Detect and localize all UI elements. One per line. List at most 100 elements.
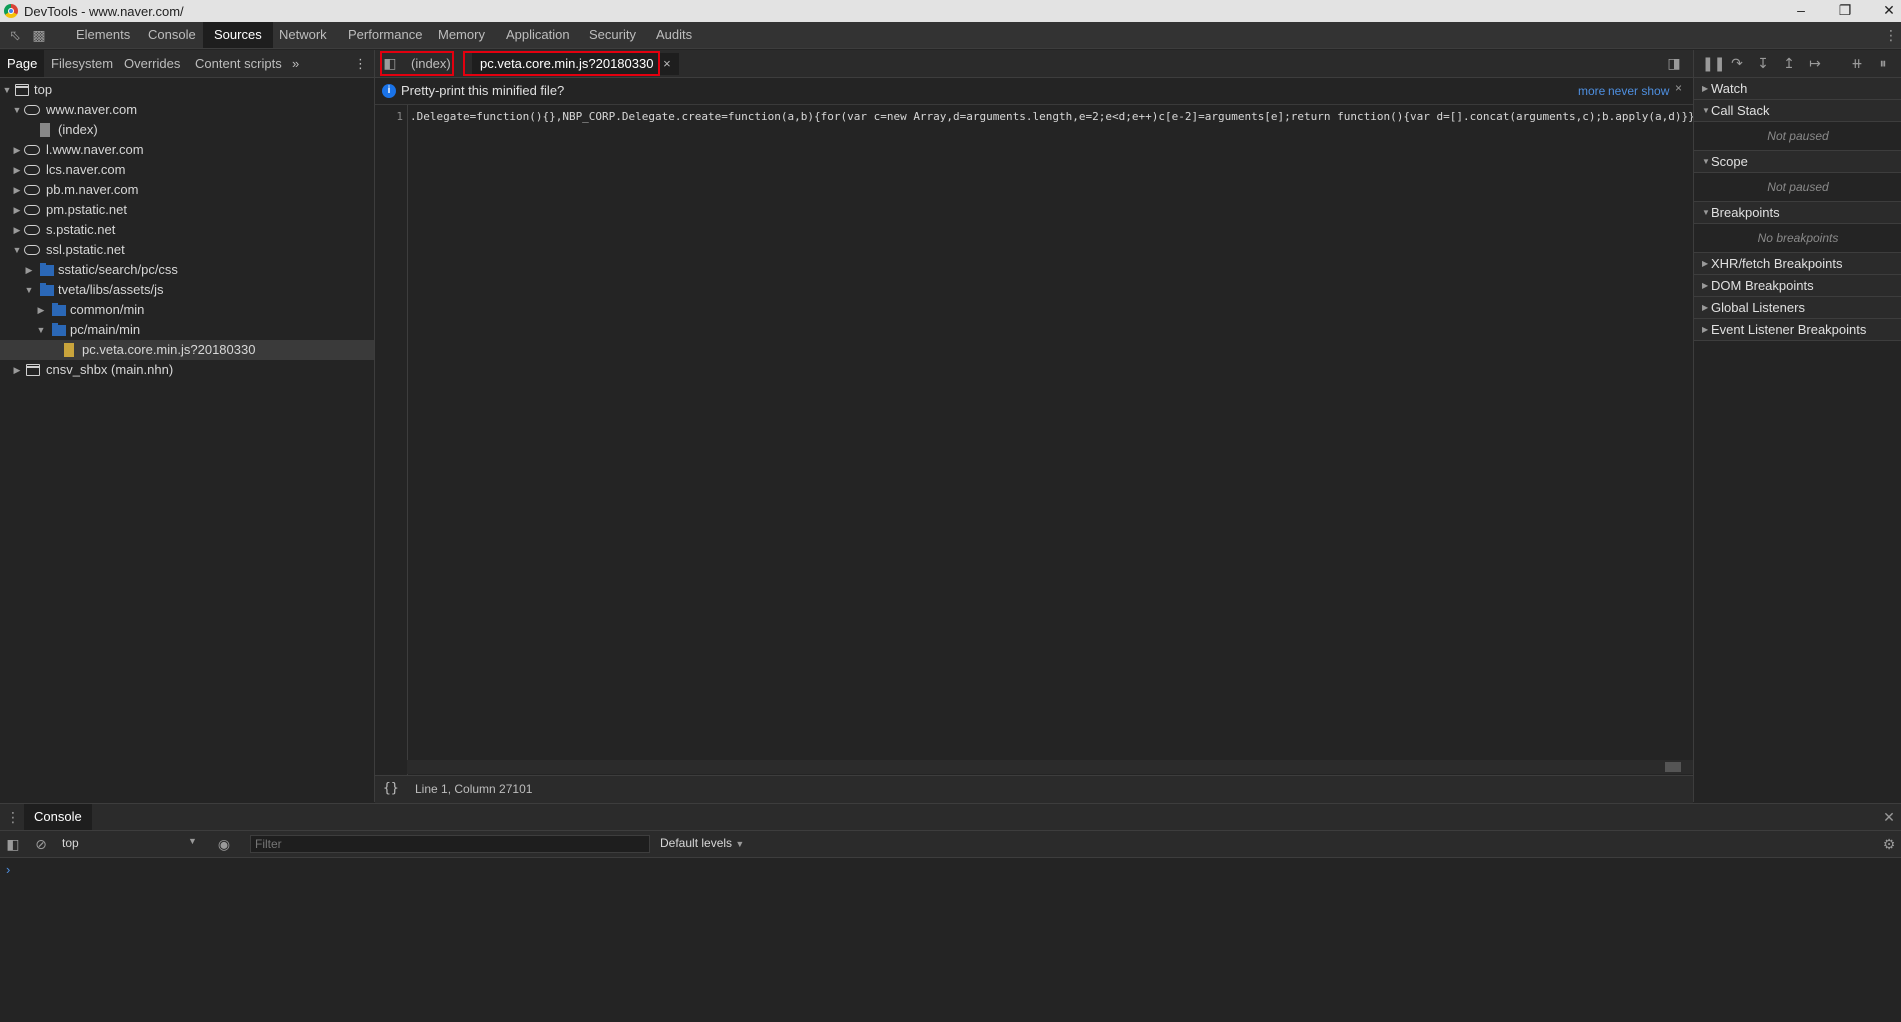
- close-drawer-icon[interactable]: ✕: [1880, 808, 1898, 826]
- tree-item-common-min[interactable]: ▶ common/min: [0, 300, 374, 320]
- tree-item-tveta-libs-assets-js[interactable]: ▼ tveta/libs/assets/js: [0, 280, 374, 300]
- devtools-menu-icon[interactable]: ⋮: [1882, 26, 1900, 44]
- tree-item-sstatic-search-pc-css[interactable]: ▶ sstatic/search/pc/css: [0, 260, 374, 280]
- collapsed-arrow-icon[interactable]: ▶: [24, 260, 34, 280]
- tree-item-s-pstatic-net[interactable]: ▶ s.pstatic.net: [0, 220, 374, 240]
- clear-console-icon[interactable]: ⊘: [32, 835, 50, 853]
- nav-tab-page[interactable]: Page: [0, 50, 45, 77]
- filter-input[interactable]: [250, 835, 650, 853]
- collapsed-arrow-icon[interactable]: ▶: [36, 300, 46, 320]
- pane-status: Not paused: [1694, 122, 1901, 151]
- tree-item-pb-m-naver-com[interactable]: ▶ pb.m.naver.com: [0, 180, 374, 200]
- pane-dom-breakpoints[interactable]: ▶ DOM Breakpoints: [1694, 275, 1901, 297]
- collapsed-arrow-icon[interactable]: ▶: [12, 220, 22, 240]
- never-show-link[interactable]: never show: [1608, 84, 1669, 98]
- context-value: top: [62, 836, 79, 850]
- console-prompt[interactable]: ›: [6, 862, 10, 877]
- step-into-icon[interactable]: ↧: [1754, 54, 1772, 72]
- scrollbar-thumb[interactable]: [1665, 762, 1681, 772]
- tree-item-l-www-naver-com[interactable]: ▶ l.www.naver.com: [0, 140, 374, 160]
- tab-network[interactable]: Network: [268, 22, 338, 48]
- restore-icon[interactable]: ❐: [1830, 0, 1860, 22]
- expanded-arrow-icon: ▼: [1702, 208, 1710, 217]
- tree-item-pm-pstatic-net[interactable]: ▶ pm.pstatic.net: [0, 200, 374, 220]
- line-number[interactable]: 1: [396, 110, 403, 123]
- tree-item-pc-main-min[interactable]: ▼ pc/main/min: [0, 320, 374, 340]
- tree-item-label: pc.veta.core.min.js?20180330: [82, 342, 256, 357]
- collapsed-arrow-icon[interactable]: ▶: [12, 200, 22, 220]
- tree-item-www-naver-com[interactable]: ▼ www.naver.com: [0, 100, 374, 120]
- tab-security[interactable]: Security: [578, 22, 647, 48]
- expanded-arrow-icon[interactable]: ▼: [24, 280, 34, 300]
- pretty-print-button[interactable]: {}: [383, 781, 399, 796]
- tab-memory[interactable]: Memory: [427, 22, 496, 48]
- log-levels-dropdown[interactable]: Default levels ▼: [660, 836, 744, 850]
- pane-global-listeners[interactable]: ▶ Global Listeners: [1694, 297, 1901, 319]
- tree-item-label: sstatic/search/pc/css: [58, 262, 178, 277]
- window-title-bar: DevTools - www.naver.com/ – ❐ ✕: [0, 0, 1901, 22]
- pause-on-exceptions-icon[interactable]: ⏸: [1874, 54, 1892, 72]
- deactivate-breakpoints-icon[interactable]: ⧺: [1848, 54, 1866, 72]
- tree-item-pc-veta-core-min-js[interactable]: pc.veta.core.min.js?20180330: [0, 340, 374, 360]
- pane-call-stack[interactable]: ▼ Call Stack: [1694, 100, 1901, 122]
- pause-icon[interactable]: ❚❚: [1702, 54, 1725, 72]
- toggle-sidebar-icon[interactable]: ◧: [4, 835, 22, 853]
- more-link[interactable]: more: [1578, 84, 1605, 98]
- context-select[interactable]: top ▼: [62, 836, 202, 852]
- expanded-arrow-icon[interactable]: ▼: [2, 80, 12, 100]
- nav-tab-filesystem[interactable]: Filesystem: [44, 50, 120, 77]
- horizontal-scrollbar[interactable]: [407, 760, 1693, 774]
- expanded-arrow-icon[interactable]: ▼: [12, 100, 22, 120]
- tree-item-ssl-pstatic-net[interactable]: ▼ ssl.pstatic.net: [0, 240, 374, 260]
- pane-xhr-breakpoints[interactable]: ▶ XHR/fetch Breakpoints: [1694, 253, 1901, 275]
- toggle-debugger-icon[interactable]: ◨: [1665, 54, 1683, 72]
- close-tab-icon[interactable]: ×: [663, 56, 671, 71]
- tree-item-label: pb.m.naver.com: [46, 182, 139, 197]
- navigator-menu-icon[interactable]: ⋮: [347, 50, 374, 77]
- tab-elements[interactable]: Elements: [65, 22, 141, 48]
- eye-icon[interactable]: ◉: [215, 835, 233, 853]
- collapsed-arrow-icon[interactable]: ▶: [12, 360, 22, 380]
- code-line[interactable]: .Delegate=function(){},NBP_CORP.Delegate…: [410, 110, 1701, 123]
- gear-icon[interactable]: ⚙: [1880, 835, 1898, 853]
- pane-event-listener-breakpoints[interactable]: ▶ Event Listener Breakpoints: [1694, 319, 1901, 341]
- inspect-element-icon[interactable]: ⬁: [6, 26, 24, 44]
- pane-breakpoints[interactable]: ▼ Breakpoints: [1694, 202, 1901, 224]
- device-toolbar-icon[interactable]: ▩: [30, 26, 48, 44]
- tree-item-index[interactable]: (index): [0, 120, 374, 140]
- drawer-tab-console[interactable]: Console: [24, 804, 92, 830]
- pane-scope[interactable]: ▼ Scope: [1694, 151, 1901, 173]
- step-over-icon[interactable]: ↷: [1728, 54, 1746, 72]
- pane-status: No breakpoints: [1694, 224, 1901, 253]
- tree-item-cnsv-shbx[interactable]: ▶ cnsv_shbx (main.nhn): [0, 360, 374, 380]
- step-icon[interactable]: ↦: [1806, 54, 1824, 72]
- expanded-arrow-icon[interactable]: ▼: [36, 320, 46, 340]
- nav-tab-overrides[interactable]: Overrides: [117, 50, 187, 77]
- cloud-icon: [24, 105, 40, 115]
- expanded-arrow-icon[interactable]: ▼: [12, 240, 22, 260]
- tab-audits[interactable]: Audits: [645, 22, 703, 48]
- pane-title: Call Stack: [1711, 103, 1770, 118]
- more-tabs-icon[interactable]: »: [285, 50, 306, 77]
- folder-icon: [52, 303, 66, 316]
- close-window-icon[interactable]: ✕: [1874, 0, 1901, 22]
- tab-performance[interactable]: Performance: [337, 22, 433, 48]
- drawer-menu-icon[interactable]: ⋮: [4, 808, 22, 826]
- nav-tab-content-scripts[interactable]: Content scripts: [188, 50, 289, 77]
- collapsed-arrow-icon[interactable]: ▶: [12, 180, 22, 200]
- tree-item-top[interactable]: ▼ top: [0, 80, 374, 100]
- tab-application[interactable]: Application: [495, 22, 581, 48]
- step-out-icon[interactable]: ↥: [1780, 54, 1798, 72]
- source-editor: ◧ (index) pc.veta.core.min.js?20180330 ×…: [375, 50, 1701, 803]
- pane-watch[interactable]: ▶ Watch: [1694, 78, 1901, 100]
- tree-item-lcs-naver-com[interactable]: ▶ lcs.naver.com: [0, 160, 374, 180]
- collapsed-arrow-icon[interactable]: ▶: [12, 140, 22, 160]
- chevron-down-icon: ▼: [188, 836, 197, 846]
- minimize-icon[interactable]: –: [1786, 0, 1816, 22]
- close-infobar-icon[interactable]: ×: [1675, 81, 1682, 95]
- tree-item-label: top: [34, 82, 53, 97]
- pane-title: Watch: [1711, 81, 1748, 96]
- collapsed-arrow-icon[interactable]: ▶: [12, 160, 22, 180]
- tab-sources[interactable]: Sources: [203, 22, 273, 48]
- tab-console[interactable]: Console: [137, 22, 207, 48]
